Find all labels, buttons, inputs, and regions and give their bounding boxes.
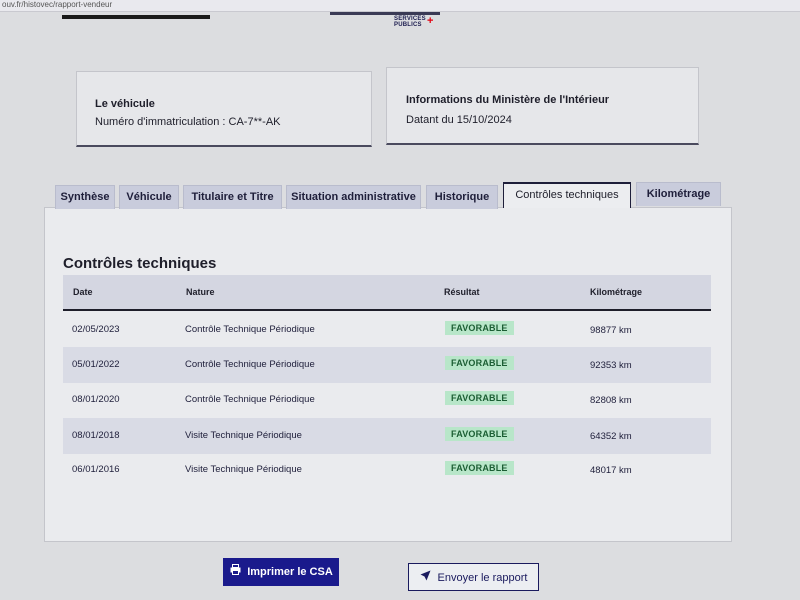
send-report-button[interactable]: Envoyer le rapport [408, 563, 539, 591]
row-nature: Contrôle Technique Périodique [185, 359, 315, 370]
row-nature: Visite Technique Périodique [185, 430, 302, 441]
table-header: Date Nature Résultat Kilométrage [63, 275, 711, 311]
result-badge: FAVORABLE [445, 391, 514, 405]
tab-controles-techniques[interactable]: Contrôles techniques [503, 182, 631, 208]
logo-plus-icon: + [427, 15, 434, 27]
table-row: 06/01/2016 Visite Technique Périodique F… [63, 452, 711, 488]
redacted-bar [62, 15, 210, 19]
row-date: 05/01/2022 [72, 359, 120, 370]
column-header-date: Date [73, 287, 93, 297]
row-nature: Contrôle Technique Périodique [185, 394, 315, 405]
tab-situation-administrative[interactable]: Situation administrative [286, 185, 421, 209]
tab-synthese[interactable]: Synthèse [55, 185, 115, 209]
send-report-label: Envoyer le rapport [437, 572, 528, 584]
vehicle-card-title: Le véhicule [95, 98, 155, 110]
result-badge: FAVORABLE [445, 427, 514, 441]
column-header-kilometrage: Kilométrage [590, 287, 643, 297]
row-date: 06/01/2016 [72, 464, 120, 475]
print-csa-label: Imprimer le CSA [247, 566, 333, 578]
row-date: 08/01/2020 [72, 394, 120, 405]
row-date: 02/05/2023 [72, 324, 120, 335]
vehicle-card: Le véhicule Numéro d'immatriculation : C… [76, 71, 372, 147]
result-badge: FAVORABLE [445, 356, 514, 370]
column-header-nature: Nature [186, 287, 215, 297]
table-row: 08/01/2018 Visite Technique Périodique F… [63, 418, 711, 454]
header-divider [330, 12, 440, 15]
row-kilometrage: 64352 km [590, 431, 632, 442]
result-badge: FAVORABLE [445, 321, 514, 335]
section-title: Contrôles techniques [63, 255, 217, 272]
ministry-card-title: Informations du Ministère de l'Intérieur [406, 94, 610, 106]
plate-number: Numéro d'immatriculation : CA-7**-AK [95, 116, 281, 128]
result-badge: FAVORABLE [445, 461, 514, 475]
row-kilometrage: 98877 km [590, 325, 632, 336]
browser-url-bar[interactable]: ouv.fr/histovec/rapport-vendeur [0, 0, 800, 19]
services-publics-logo[interactable]: SERVICES PUBLICS + [394, 16, 433, 29]
logo-text: SERVICES PUBLICS [394, 16, 426, 28]
column-header-resultat: Résultat [444, 287, 480, 297]
row-kilometrage: 82808 km [590, 395, 632, 406]
row-nature: Contrôle Technique Périodique [185, 324, 315, 335]
table-row: 05/01/2022 Contrôle Technique Périodique… [63, 347, 711, 383]
row-date: 08/01/2018 [72, 430, 120, 441]
send-icon [420, 564, 432, 592]
printer-icon [229, 558, 241, 586]
row-kilometrage: 48017 km [590, 465, 632, 476]
tab-titulaire[interactable]: Titulaire et Titre [183, 185, 282, 209]
table-row: 08/01/2020 Contrôle Technique Périodique… [63, 382, 711, 418]
report-date: Datant du 15/10/2024 [406, 114, 512, 126]
ministry-card: Informations du Ministère de l'Intérieur… [386, 67, 699, 145]
tab-vehicule[interactable]: Véhicule [119, 185, 179, 209]
print-csa-button[interactable]: Imprimer le CSA [223, 558, 339, 586]
tab-historique[interactable]: Historique [426, 185, 498, 209]
row-nature: Visite Technique Périodique [185, 464, 302, 475]
tab-kilometrage[interactable]: Kilométrage [636, 182, 721, 206]
row-kilometrage: 92353 km [590, 360, 632, 371]
url-text: ouv.fr/histovec/rapport-vendeur [2, 0, 113, 9]
table-row: 02/05/2023 Contrôle Technique Périodique… [63, 312, 711, 348]
